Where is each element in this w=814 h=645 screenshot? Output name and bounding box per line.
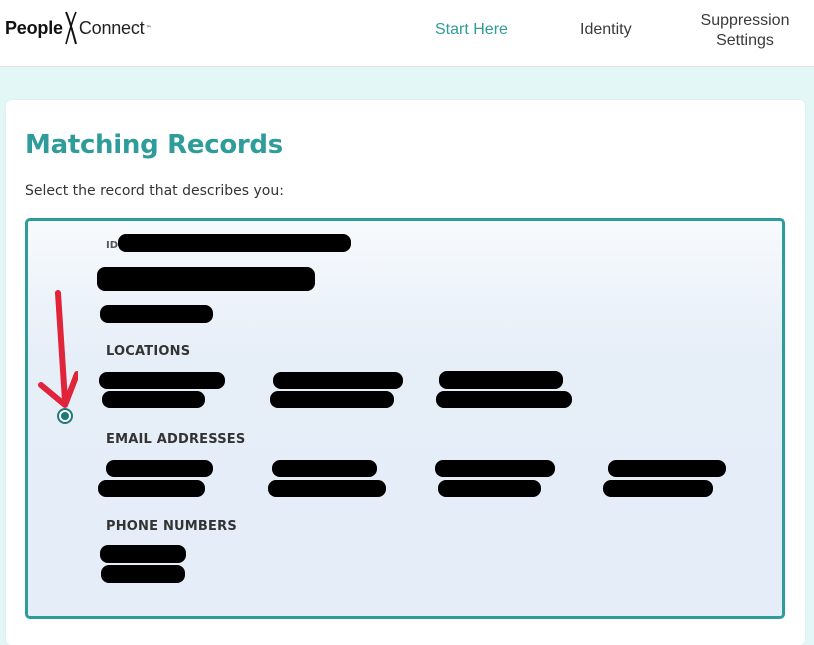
nav-identity[interactable]: Identity <box>580 20 632 40</box>
redacted-id <box>118 234 351 252</box>
logo-x-icon <box>64 11 77 45</box>
matching-records-card: Matching Records Select the record that … <box>6 100 805 645</box>
locations-label: LOCATIONS <box>106 344 191 359</box>
redacted-email <box>272 460 377 477</box>
redacted-email <box>435 460 555 477</box>
redacted-email <box>603 480 713 497</box>
nav-suppression-settings[interactable]: Suppression Settings <box>695 11 795 51</box>
page-title: Matching Records <box>25 130 283 160</box>
nav-suppression-line1: Suppression <box>700 12 790 29</box>
page-subtitle: Select the record that describes you: <box>25 183 284 199</box>
redacted-email <box>438 480 541 497</box>
nav-suppression-line2: Settings <box>716 32 774 49</box>
phone-numbers-label: PHONE NUMBERS <box>106 519 237 534</box>
redacted-email <box>608 460 726 477</box>
logo-trademark: ™ <box>145 24 152 32</box>
logo-people-text: People <box>5 17 63 38</box>
redacted-email <box>268 480 386 497</box>
nav-start-here[interactable]: Start Here <box>435 20 508 40</box>
red-arrow-annotation-icon <box>38 290 78 408</box>
redacted-age <box>100 305 213 323</box>
redacted-location <box>273 372 403 389</box>
redacted-phone <box>100 545 186 563</box>
redacted-location <box>102 391 205 408</box>
peopleconnect-logo[interactable]: People Connect ™ <box>5 11 151 45</box>
record-option[interactable]: ID: LOCATIONS EMAIL ADDRESSES PHONE NUMB… <box>25 218 785 619</box>
redacted-location <box>270 391 394 408</box>
redacted-email <box>98 480 205 497</box>
redacted-location <box>436 391 572 408</box>
redacted-phone <box>101 565 185 583</box>
redacted-email <box>106 460 213 477</box>
redacted-location <box>439 371 563 389</box>
top-header: People Connect ™ Start Here Identity Sup… <box>0 0 814 67</box>
redacted-location <box>99 372 225 389</box>
logo-connect-text: Connect <box>78 17 145 38</box>
redacted-name <box>97 267 315 291</box>
email-addresses-label: EMAIL ADDRESSES <box>106 432 246 447</box>
